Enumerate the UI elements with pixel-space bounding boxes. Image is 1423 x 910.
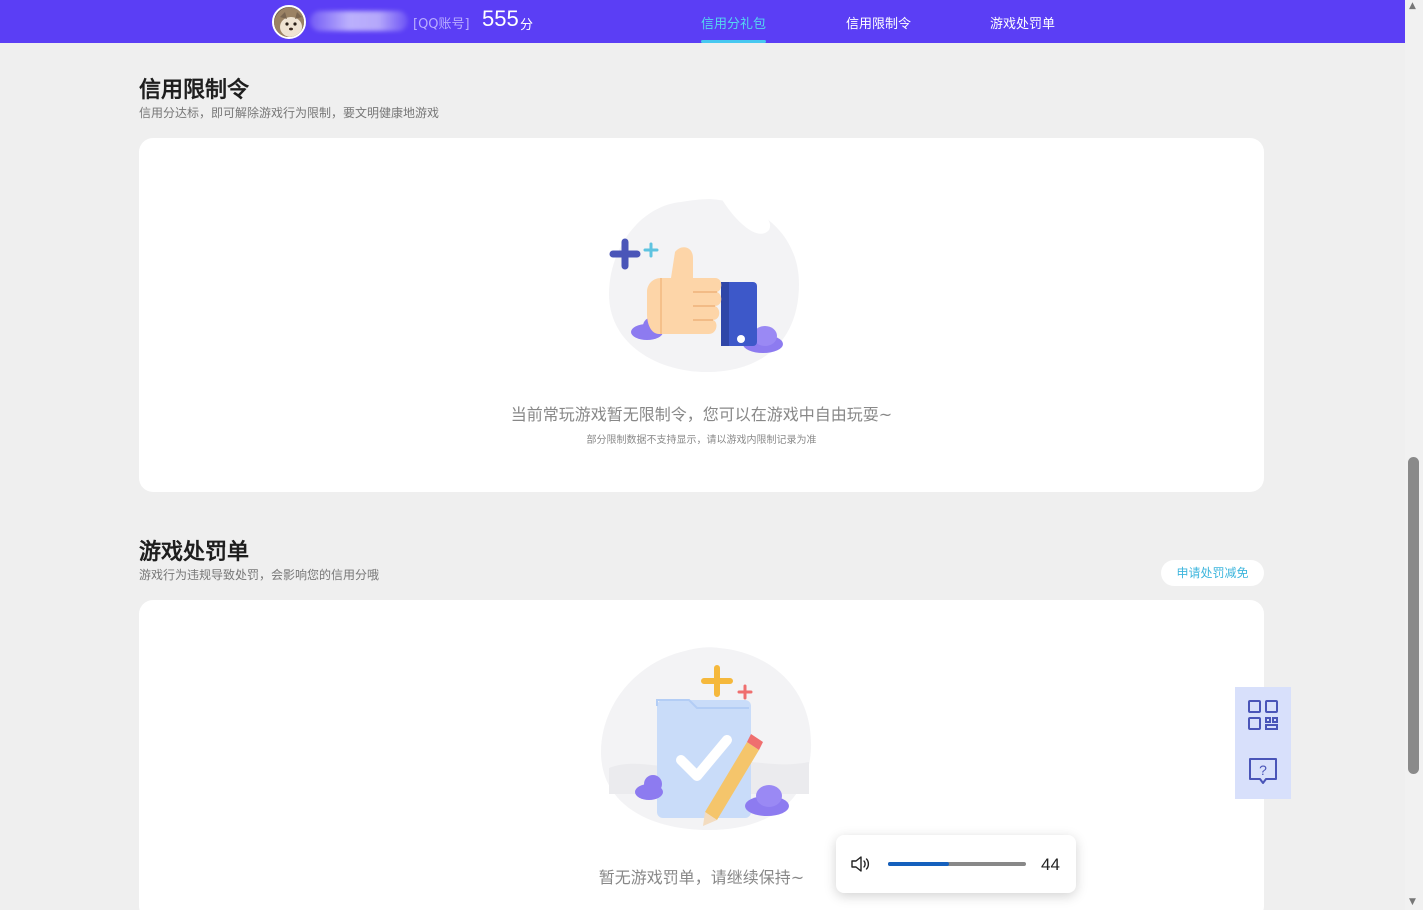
volume-slider[interactable]	[888, 862, 1026, 866]
account-type-label: [QQ账号]	[413, 17, 470, 32]
volume-value: 44	[1041, 855, 1060, 874]
penalty-section-subtitle: 游戏行为违规导致处罚，会影响您的信用分哦	[139, 568, 380, 582]
volume-slider-fill	[888, 862, 949, 866]
help-chat-icon: ?	[1249, 758, 1277, 784]
volume-flyout: 44	[836, 835, 1076, 893]
speaker-icon[interactable]	[850, 856, 870, 872]
tab-credit-gift[interactable]: 信用分礼包	[701, 13, 766, 32]
restriction-section-title: 信用限制令	[139, 78, 250, 103]
qr-code-icon	[1248, 700, 1278, 730]
thumbs-up-illustration-icon	[609, 198, 799, 372]
svg-text:?: ?	[1259, 762, 1267, 778]
restriction-section-subtitle: 信用分达标，即可解除游戏行为限制，要文明健康地游戏	[139, 106, 440, 120]
scroll-up-arrow-icon[interactable]: ▲	[1409, 2, 1419, 11]
restriction-card: 当前常玩游戏暂无限制令，您可以在游戏中自由玩耍~ 部分限制数据不支持显示，请以游…	[139, 138, 1264, 492]
restriction-empty-note: 部分限制数据不支持显示，请以游戏内限制记录为准	[586, 435, 817, 446]
page: [QQ账号] 555 分 信用分礼包 信用限制令 游戏处罚单 信用限制令 信用分…	[0, 0, 1423, 910]
tab-restriction-order[interactable]: 信用限制令	[846, 13, 911, 32]
apply-penalty-reduction-button[interactable]: 申请处罚减免	[1161, 560, 1264, 586]
active-tab-indicator	[701, 40, 766, 43]
username-redacted	[310, 11, 408, 31]
checklist-illustration-icon	[601, 647, 812, 830]
penalty-card: 暂无游戏罚单，请继续保持~	[139, 600, 1264, 910]
credit-score-unit: 分	[520, 18, 534, 33]
qr-code-button[interactable]	[1235, 687, 1291, 743]
scroll-down-arrow-icon[interactable]: ▼	[1409, 898, 1419, 907]
scrollbar-thumb[interactable]	[1408, 457, 1419, 774]
penalty-empty-message: 暂无游戏罚单，请继续保持~	[598, 868, 805, 887]
tab-penalty-ticket[interactable]: 游戏处罚单	[990, 13, 1055, 32]
credit-score-value: 555	[482, 6, 519, 31]
avatar[interactable]	[272, 5, 306, 39]
top-header: [QQ账号] 555 分 信用分礼包 信用限制令 游戏处罚单	[0, 0, 1405, 43]
restriction-empty-message: 当前常玩游戏暂无限制令，您可以在游戏中自由玩耍~	[510, 405, 893, 424]
penalty-section-title: 游戏处罚单	[139, 540, 250, 565]
help-feedback-button[interactable]: ?	[1235, 743, 1291, 799]
